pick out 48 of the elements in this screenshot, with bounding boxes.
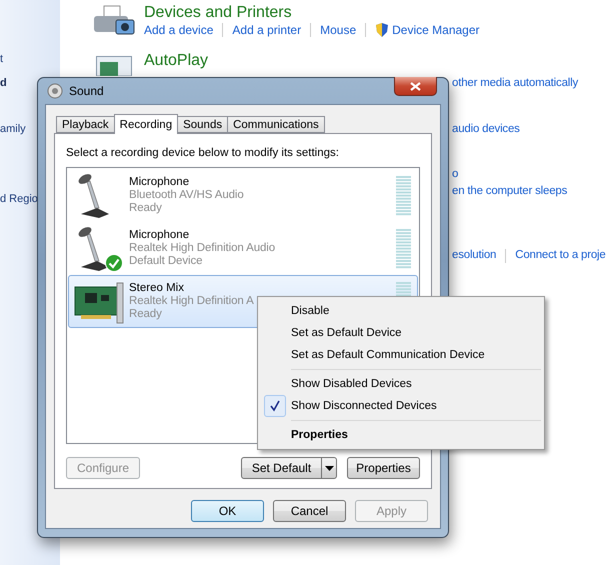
close-icon [410,82,421,90]
task-link[interactable]: Connect to a proje [515,248,606,263]
properties-button[interactable]: Properties [347,457,420,479]
section-title[interactable]: Devices and Printers [144,4,480,22]
device-status: Ready [129,308,162,321]
autoplay-icon [96,56,132,76]
sidebar-link[interactable]: d Regio [0,193,38,206]
task-link[interactable]: other media automatically [452,76,578,91]
task-link[interactable]: Mouse [320,22,356,38]
sidebar-link[interactable]: t [0,53,4,66]
task-link[interactable]: Add a device [144,22,214,38]
instruction-text: Select a recording device below to modify its settings: [66,147,340,159]
device-status: Ready [129,202,162,215]
menu-item[interactable]: Show Disconnected Devices [261,395,541,417]
section-title[interactable]: AutoPlay [144,52,208,70]
device-row[interactable]: Microphone Realtek High Definition Audio Default Device [68,222,418,275]
device-name: Stereo Mix [129,282,184,295]
tab[interactable]: Communications [227,116,325,133]
window-title: Sound [69,84,104,98]
task-link[interactable]: Add a printer [232,22,302,38]
device-name: Microphone [129,229,190,242]
shield-icon [375,22,390,38]
device-row[interactable]: Microphone Bluetooth AV/HS Audio Ready [68,169,418,222]
task-link[interactable]: o [452,167,458,182]
device-driver: Realtek High Definition Audio [129,242,276,255]
tab[interactable]: Sounds [177,116,228,133]
menu-item[interactable]: Set as Default Communication Device [261,344,541,366]
set-default-button[interactable]: Set Default [241,457,337,479]
level-meter-icon [396,228,411,268]
sidebar-link[interactable]: amily [0,123,26,136]
dialog-button[interactable]: OK [191,500,264,522]
dropdown-arrow-icon [324,466,334,470]
sidebar-current-item[interactable]: d [0,77,7,90]
menu-item[interactable]: Properties [261,424,541,446]
tab[interactable]: Playback [56,116,115,133]
task-link[interactable]: audio devices [452,122,520,137]
task-link[interactable]: Device Manager [375,22,480,38]
menu-item[interactable]: Show Disabled Devices [261,373,541,395]
level-meter-icon [396,176,411,216]
device-driver: Bluetooth AV/HS Audio [129,189,244,202]
dialog-button[interactable]: Cancel [273,500,346,522]
device-name: Microphone [129,176,190,189]
task-link[interactable]: en the computer sleeps [452,184,568,199]
task-link[interactable]: esolution [452,248,496,263]
device-driver: Realtek High Definition A [129,295,254,308]
close-button[interactable] [394,77,437,96]
device-status: Default Device [129,255,202,268]
tab[interactable]: Recording [114,114,178,134]
